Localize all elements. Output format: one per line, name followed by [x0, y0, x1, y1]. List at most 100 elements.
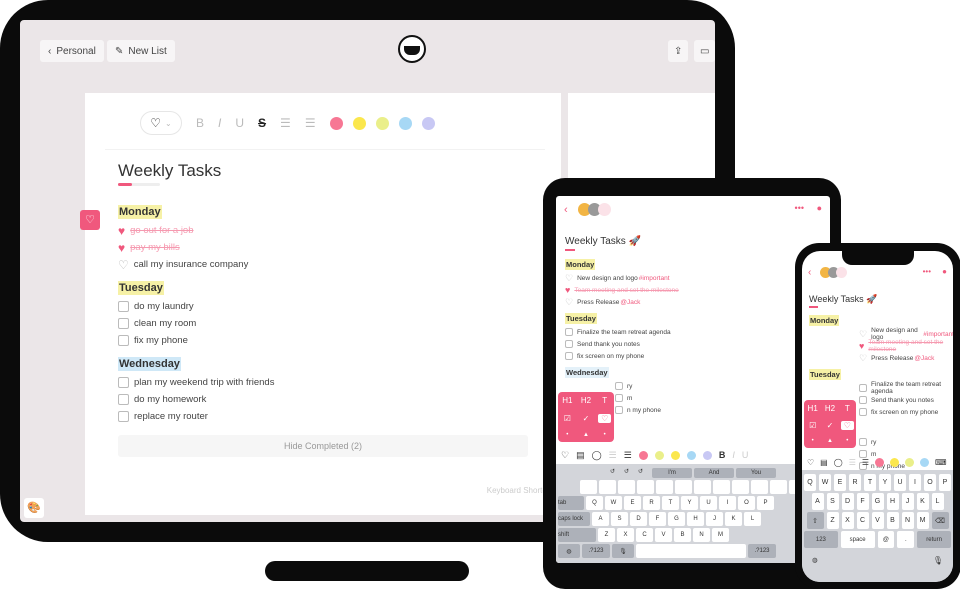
globe-icon[interactable]: ◍: [558, 544, 580, 558]
tag[interactable]: #important: [923, 331, 953, 338]
key[interactable]: D: [630, 512, 647, 526]
key[interactable]: I: [719, 496, 736, 510]
heart-icon[interactable]: ♡: [80, 210, 100, 230]
key[interactable]: [770, 480, 787, 494]
key[interactable]: O: [738, 496, 755, 510]
key[interactable]: .?123: [582, 544, 610, 558]
key[interactable]: [636, 544, 746, 558]
checkbox[interactable]: [118, 411, 129, 422]
checkbox-icon[interactable]: ☑: [809, 421, 816, 430]
section-heading[interactable]: Tuesday: [565, 313, 597, 324]
key[interactable]: E: [624, 496, 641, 510]
key[interactable]: O: [924, 474, 936, 491]
key[interactable]: [675, 480, 692, 494]
key[interactable]: F: [856, 493, 869, 510]
heading-option[interactable]: H1: [808, 404, 818, 413]
hide-completed-button[interactable]: Hide Completed (2): [118, 435, 528, 457]
microphone-icon[interactable]: 🎙: [612, 544, 634, 558]
heart-icon[interactable]: ♡: [598, 413, 612, 423]
checkbox[interactable]: [118, 301, 129, 312]
checkbox[interactable]: [615, 394, 623, 402]
key[interactable]: L: [744, 512, 761, 526]
list-item[interactable]: ♡ Press Release @Jack: [809, 352, 953, 364]
list-item[interactable]: ♥ pay my bills: [118, 239, 538, 256]
page-title[interactable]: Weekly Tasks: [118, 161, 221, 181]
key[interactable]: Z: [598, 528, 615, 542]
color-blue[interactable]: [686, 450, 696, 460]
bold-button[interactable]: B: [196, 116, 204, 130]
key[interactable]: Z: [826, 512, 839, 529]
theme-icon[interactable]: ●: [942, 267, 947, 276]
indent-icon[interactable]: ☰: [624, 450, 632, 461]
key[interactable]: Q: [586, 496, 603, 510]
tag[interactable]: #important: [639, 275, 670, 282]
key[interactable]: J: [901, 493, 914, 510]
color-blue[interactable]: [920, 457, 930, 467]
checkbox[interactable]: [565, 352, 573, 360]
suggestion[interactable]: You: [736, 468, 776, 478]
color-lime[interactable]: [654, 450, 664, 460]
key[interactable]: W: [819, 474, 831, 491]
checkbox[interactable]: [118, 335, 129, 346]
outdent-icon[interactable]: ☰: [280, 116, 291, 130]
key[interactable]: J: [706, 512, 723, 526]
key[interactable]: [599, 480, 616, 494]
key[interactable]: shift: [558, 528, 596, 542]
key[interactable]: V: [655, 528, 672, 542]
heading-option[interactable]: H2: [825, 404, 835, 413]
palette-icon[interactable]: 🎨: [24, 498, 44, 518]
key[interactable]: T: [662, 496, 679, 510]
key[interactable]: L: [931, 493, 944, 510]
key[interactable]: G: [668, 512, 685, 526]
list-item[interactable]: ♡ Press Release @Jack: [565, 296, 825, 308]
key[interactable]: .?123: [748, 544, 776, 558]
keyboard-dismiss-icon[interactable]: ⌨: [935, 458, 947, 467]
key[interactable]: caps lock: [558, 512, 590, 526]
key[interactable]: K: [725, 512, 742, 526]
key[interactable]: [732, 480, 749, 494]
indent-icon[interactable]: ☰: [862, 458, 869, 467]
key[interactable]: 123: [804, 531, 838, 548]
present-icon[interactable]: ▭: [694, 40, 715, 62]
checkbox[interactable]: [118, 377, 129, 388]
key[interactable]: [618, 480, 635, 494]
heart-icon[interactable]: ♡: [807, 458, 814, 467]
key[interactable]: H: [687, 512, 704, 526]
color-pink[interactable]: [638, 450, 648, 460]
key[interactable]: Q: [804, 474, 816, 491]
list-item[interactable]: ♡ New design and logo #important: [565, 272, 825, 284]
key[interactable]: [580, 480, 597, 494]
theme-icon[interactable]: ●: [817, 203, 822, 213]
calendar-icon[interactable]: ▤: [820, 458, 828, 467]
list-item[interactable]: Finalize the team retreat agenda: [565, 326, 825, 338]
key[interactable]: M: [712, 528, 729, 542]
key[interactable]: tab: [558, 496, 584, 510]
heart-filled-icon[interactable]: ♥: [565, 285, 570, 295]
bullet-icon[interactable]: •: [604, 432, 606, 438]
key[interactable]: D: [841, 493, 854, 510]
comment-icon[interactable]: ◯: [834, 458, 843, 467]
suggestion[interactable]: And: [694, 468, 734, 478]
list-item[interactable]: plan my weekend trip with friends: [118, 374, 538, 391]
color-purple[interactable]: [702, 450, 712, 460]
key[interactable]: R: [643, 496, 660, 510]
undo-icon[interactable]: ↺: [610, 468, 622, 478]
key[interactable]: return: [917, 531, 951, 548]
color-lime[interactable]: [905, 457, 915, 467]
new-list-button[interactable]: ✎ New List: [107, 40, 175, 62]
list-item[interactable]: Finalize the team retreat agenda: [809, 381, 953, 395]
checkbox[interactable]: [859, 408, 867, 416]
key[interactable]: P: [757, 496, 774, 510]
key[interactable]: M: [916, 512, 929, 529]
key[interactable]: Y: [879, 474, 891, 491]
back-icon[interactable]: ‹: [808, 267, 811, 278]
key[interactable]: U: [894, 474, 906, 491]
checkbox[interactable]: [565, 328, 573, 336]
heart-filled-icon[interactable]: ♥: [118, 241, 125, 255]
key[interactable]: [751, 480, 768, 494]
key[interactable]: W: [605, 496, 622, 510]
key[interactable]: C: [856, 512, 869, 529]
list-item[interactable]: ♡ call my insurance company: [118, 256, 538, 273]
share-icon[interactable]: ⇪: [668, 40, 689, 62]
tag[interactable]: @Jack: [620, 299, 640, 306]
